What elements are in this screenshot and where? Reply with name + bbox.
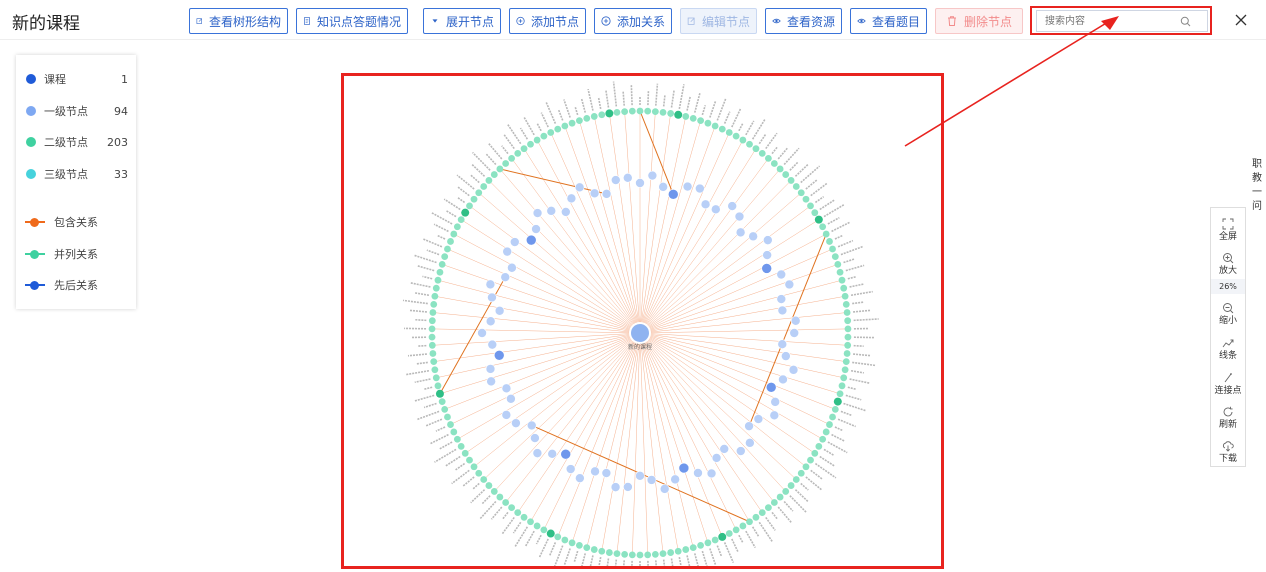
zoom-level: 26% [1211, 279, 1245, 294]
button-label: 展开节点 [445, 14, 494, 29]
button-label: 添加关系 [616, 14, 665, 29]
legend-label: 并列关系 [54, 248, 98, 261]
button-label: 查看题目 [871, 14, 920, 29]
tool-label: 线条 [1218, 351, 1237, 361]
pin-icon [1224, 373, 1232, 383]
fullscreen-icon [1222, 218, 1234, 230]
level2-dot-icon [26, 137, 36, 147]
relation-dot-icon [30, 249, 39, 259]
refresh-button[interactable]: 刷新 [1211, 399, 1245, 431]
view-resources-button[interactable]: 查看资源 [765, 8, 842, 34]
side-tab-char: 教 [1252, 173, 1262, 184]
button-label: 删除节点 [963, 14, 1012, 29]
eye-icon [772, 18, 781, 24]
edit-square-icon [196, 18, 203, 24]
relation-dot-icon [30, 280, 39, 290]
tool-label: 放大 [1218, 266, 1237, 276]
connect-point-button[interactable]: 连接点 [1211, 365, 1245, 397]
tool-label: 刷新 [1218, 420, 1237, 430]
relation-dot-icon [30, 217, 39, 227]
legend-label: 三级节点 [44, 168, 88, 181]
legend-count: 1 [121, 72, 128, 86]
level1-dot-icon [26, 106, 36, 116]
download-button[interactable]: 下载 [1211, 433, 1245, 465]
search-input[interactable] [1036, 10, 1164, 32]
legend-count: 203 [107, 135, 128, 149]
legend-count: 33 [114, 167, 128, 181]
line-chart-icon [1222, 339, 1234, 348]
graph-toolbox: 全屏 放大 26% 缩小 线条 连接点 刷新 下载 [1210, 207, 1246, 467]
button-label: 查看树形结构 [208, 14, 281, 29]
edit-node-button[interactable]: 编辑节点 [680, 8, 757, 34]
top-bar: 新的课程 查看树形结构 知识点答题情况 展开节点 添加节点 添加关系 编辑节点 … [0, 0, 1266, 40]
zoom-in-button[interactable]: 放大 [1211, 245, 1245, 277]
fullscreen-button[interactable]: 全屏 [1211, 211, 1245, 243]
zoom-out-button[interactable]: 缩小 [1211, 295, 1245, 327]
trash-icon [947, 16, 956, 26]
legend-item-level2[interactable]: 二级节点 203 [16, 134, 136, 150]
side-tab-char: 问 [1252, 201, 1262, 212]
legend-item-parallel-relation[interactable]: 并列关系 [16, 246, 136, 262]
search-icon [1180, 16, 1190, 26]
course-dot-icon [26, 74, 36, 84]
zoom-out-icon [1223, 303, 1234, 314]
close-button[interactable] [1232, 11, 1250, 29]
button-label: 添加节点 [530, 14, 579, 29]
legend-item-contain-relation[interactable]: 包含关系 [16, 214, 136, 230]
tool-label: 缩小 [1218, 316, 1237, 326]
legend-label: 二级节点 [44, 136, 88, 149]
page-title: 新的课程 [12, 14, 80, 34]
button-label: 知识点答题情况 [316, 14, 401, 29]
legend-label: 一级节点 [44, 105, 88, 118]
legend-count: 94 [114, 104, 128, 118]
add-relation-button[interactable]: 添加关系 [594, 8, 672, 34]
legend-label: 包含关系 [54, 216, 98, 229]
search-box [1030, 6, 1212, 35]
tool-label: 全屏 [1218, 232, 1237, 242]
highlight-frame [341, 73, 944, 569]
tool-label: 连接点 [1214, 386, 1242, 396]
caret-down-icon [432, 19, 438, 23]
side-tab-char: 职 [1252, 159, 1262, 170]
download-cloud-icon [1222, 441, 1234, 452]
refresh-icon [1223, 406, 1233, 417]
expand-nodes-button[interactable]: 展开节点 [423, 8, 501, 34]
button-label: 编辑节点 [701, 14, 750, 29]
level3-dot-icon [26, 169, 36, 179]
line-style-button[interactable]: 线条 [1211, 330, 1245, 362]
side-feedback-tab[interactable]: 职 教 一 问 [1252, 158, 1264, 214]
document-icon [303, 17, 310, 25]
plus-circle-icon [601, 16, 611, 26]
legend-panel: 课程 1 一级节点 94 二级节点 203 三级节点 33 包含关系 并列关系 … [16, 55, 136, 309]
eye-icon [857, 18, 866, 24]
knowledge-answer-status-button[interactable]: 知识点答题情况 [296, 8, 408, 34]
add-node-button[interactable]: 添加节点 [509, 8, 586, 34]
legend-label: 课程 [44, 73, 66, 86]
legend-item-sequence-relation[interactable]: 先后关系 [16, 277, 136, 293]
edit-square-icon [687, 17, 695, 25]
legend-label: 先后关系 [54, 279, 98, 292]
view-questions-button[interactable]: 查看题目 [850, 8, 927, 34]
view-tree-structure-button[interactable]: 查看树形结构 [189, 8, 288, 34]
side-tab-char: 一 [1252, 187, 1262, 198]
zoom-in-icon [1223, 253, 1234, 264]
delete-node-button[interactable]: 删除节点 [935, 8, 1023, 34]
close-icon [1235, 14, 1247, 26]
legend-item-course[interactable]: 课程 1 [16, 71, 136, 87]
legend-item-level3[interactable]: 三级节点 33 [16, 166, 136, 182]
plus-circle-icon [516, 16, 525, 26]
button-label: 查看资源 [786, 14, 835, 29]
search-button[interactable] [1163, 10, 1208, 32]
legend-item-level1[interactable]: 一级节点 94 [16, 103, 136, 119]
tool-label: 下载 [1218, 454, 1237, 464]
